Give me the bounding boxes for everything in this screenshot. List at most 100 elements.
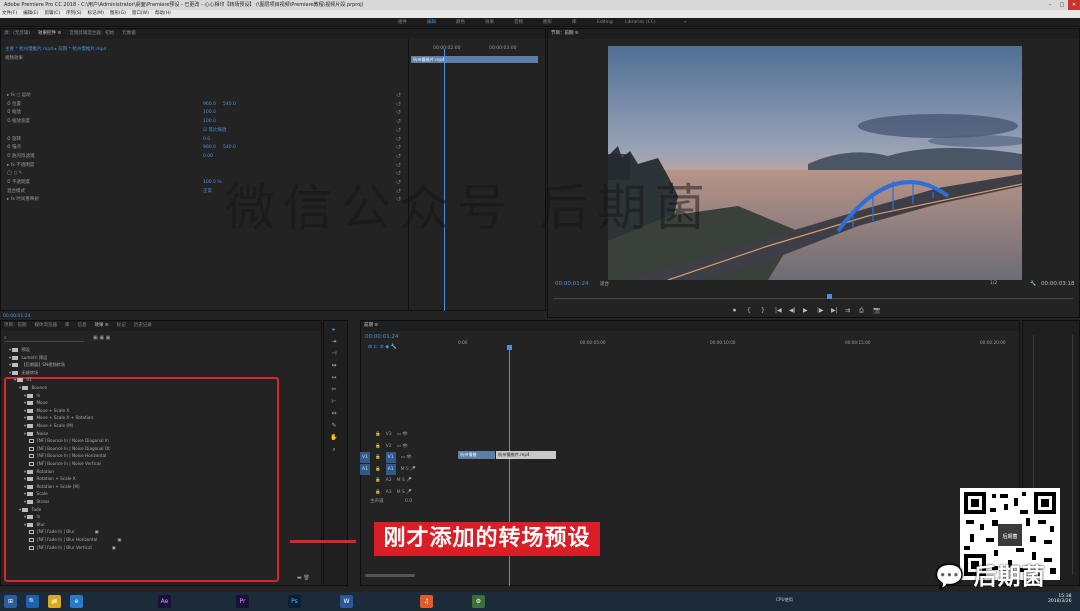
program-control-icon[interactable]: ⇉: [845, 307, 850, 314]
track-header[interactable]: 🔒 A2 M S 🎤: [360, 475, 417, 486]
taskbar-explorer-icon[interactable]: 📁: [48, 595, 61, 608]
tree-preset[interactable]: [NF] Fade In | Blur Horizontal ▣: [29, 536, 121, 544]
tab-sequence[interactable]: 前期 ≡: [364, 321, 378, 331]
tree-folder[interactable]: ▾ 【后期菌】SN视频转场: [9, 361, 65, 369]
effect-row[interactable]: ⏱ 防闪烁滤镜 0.00 ↺: [7, 153, 407, 161]
workspace-editing-en[interactable]: Editing: [597, 18, 613, 27]
lock-icon[interactable]: 🔒: [375, 475, 381, 486]
effect-row-value-1[interactable]: 正常: [203, 188, 212, 196]
tree-folder[interactable]: ▾ Noise: [24, 430, 48, 438]
track-name[interactable]: A2: [386, 475, 392, 486]
tree-preset[interactable]: [NF] Bounce In | Noise Diagonal Ot: [29, 445, 110, 453]
timeline-playhead-handle[interactable]: [507, 345, 512, 350]
tree-folder[interactable]: ▾ 无缝转场: [9, 369, 38, 377]
slide-tool-icon[interactable]: ⇔: [329, 410, 339, 417]
effect-row-value-1[interactable]: 100.0 %: [203, 179, 222, 187]
track-source-patch[interactable]: V1: [360, 452, 370, 463]
tree-preset[interactable]: [NF] Bounce In | Noise Diagonal In: [29, 437, 109, 445]
start-button[interactable]: ⊞: [4, 595, 17, 608]
timeline-clip-a[interactable]: 杭州慢推: [458, 451, 495, 459]
rolling-edit-tool-icon[interactable]: ⇹: [329, 362, 339, 369]
zoom-tool-icon[interactable]: ⌕: [329, 446, 339, 454]
selection-tool-icon[interactable]: ▸: [329, 326, 339, 333]
maximize-button[interactable]: □: [1056, 0, 1068, 10]
menu-clip[interactable]: 剪辑(C): [44, 10, 60, 18]
tab-markers[interactable]: 标记: [117, 321, 126, 331]
workspace-audio[interactable]: 音频: [514, 18, 523, 27]
taskbar-photoshop-icon[interactable]: Ps: [288, 595, 301, 608]
menu-file[interactable]: 文件(F): [2, 10, 17, 18]
tree-folder[interactable]: ▾ Scale: [24, 490, 48, 498]
program-control-icon[interactable]: 📷: [873, 307, 880, 314]
track-name[interactable]: V2: [386, 441, 392, 452]
tree-folder[interactable]: ▾ Stress: [24, 498, 49, 506]
tree-folder[interactable]: ▾ Rotation: [24, 468, 54, 476]
program-control-icon[interactable]: {: [747, 307, 751, 314]
workspace-color[interactable]: 颜色: [456, 18, 465, 27]
new-bin-icon[interactable]: ▬ 🗑: [297, 575, 310, 581]
track-name[interactable]: A3: [386, 487, 392, 498]
effect-row-value-2[interactable]: 540.0: [223, 144, 236, 152]
tree-folder[interactable]: ▾ Rotation + Scale X: [24, 475, 76, 483]
tab-media-browser[interactable]: 媒体浏览器: [35, 321, 58, 331]
mini-clip[interactable]: 杭州慢推片.mp4: [411, 56, 538, 63]
tree-folder[interactable]: ▾ 01: [14, 376, 32, 384]
effect-row-value-1[interactable]: 960.0: [203, 101, 216, 109]
track-header[interactable]: A1 🔒 A1 M S 🎤: [360, 463, 421, 475]
effect-row[interactable]: ⏱ 位置 960.0 540.0 ↺: [7, 101, 407, 109]
tree-folder[interactable]: ▾ Move + Scale X: [24, 407, 69, 415]
effect-row[interactable]: ⏱ 缩放宽度 100.0 ↺: [7, 118, 407, 126]
tab-info[interactable]: 信息: [78, 321, 87, 331]
taskbar-browser-icon[interactable]: e: [70, 595, 83, 608]
workspace-editing[interactable]: 编辑: [427, 18, 436, 27]
workspace-effects[interactable]: 效果: [485, 18, 494, 27]
master-value[interactable]: 0.0: [405, 499, 412, 504]
accelerated-icon[interactable]: ▣ ▣ ▣: [93, 335, 110, 341]
tree-folder[interactable]: ▾ In: [24, 392, 40, 400]
track-header[interactable]: 🔒 V3 ▭ 👁: [360, 429, 413, 440]
menu-help[interactable]: 帮助(H): [155, 10, 171, 18]
tree-preset[interactable]: [NF] Bounce In | Noise Horizontal: [29, 452, 106, 460]
reset-icon[interactable]: ↺: [396, 136, 401, 144]
tree-folder[interactable]: ▾ Lumetri 预设: [9, 354, 47, 362]
tree-preset[interactable]: [NF] Fade In | Blur Vertical ▣: [29, 544, 116, 552]
track-visibility-icon[interactable]: ▭ 👁: [397, 441, 408, 452]
track-name[interactable]: A1: [385, 463, 396, 475]
program-scrub-bar[interactable]: [553, 298, 1073, 299]
lock-icon[interactable]: 🔒: [375, 441, 381, 452]
workspace-libraries[interactable]: 库: [572, 18, 577, 27]
menu-graphics[interactable]: 图形(G): [110, 10, 126, 18]
program-fit-select[interactable]: 适合: [600, 281, 609, 287]
track-source-patch[interactable]: A1: [360, 463, 370, 475]
clock[interactable]: 15:38 2018/3/26: [1048, 594, 1072, 604]
program-control-icon[interactable]: ⎙: [859, 307, 864, 315]
effect-row[interactable]: ⏱ 锚点 960.0 540.0 ↺: [7, 144, 407, 152]
timeline-timecode[interactable]: 00:00:01:24: [365, 334, 399, 340]
taskbar-music-icon[interactable]: ♫: [420, 595, 433, 608]
reset-icon[interactable]: ↺: [396, 109, 401, 117]
lock-icon[interactable]: 🔒: [375, 464, 381, 475]
reset-icon[interactable]: ↺: [396, 118, 401, 126]
effect-row-value-1[interactable]: ☑ 等比缩放: [203, 127, 226, 135]
timeline-options-icons[interactable]: ⋒ ⊏ ⊜ ◆ 🔧: [368, 344, 397, 350]
program-control-icon[interactable]: }: [761, 307, 765, 314]
program-control-icon[interactable]: ▶|: [831, 307, 838, 314]
tree-preset[interactable]: [NF] Fade In | Blur ▣: [29, 528, 99, 536]
track-mute-solo-icon[interactable]: M S 🎤: [401, 464, 416, 475]
menu-window[interactable]: 窗口(W): [132, 10, 149, 18]
wrench-icon[interactable]: 🔧: [1030, 281, 1036, 287]
close-button[interactable]: ✕: [1068, 0, 1080, 10]
tree-folder[interactable]: ▾ Move + Scale (M): [24, 422, 73, 430]
tree-folder[interactable]: ▾ Move: [24, 399, 48, 407]
track-mute-solo-icon[interactable]: M S 🎤: [397, 475, 412, 486]
effect-row-value-2[interactable]: 540.0: [223, 101, 236, 109]
hand-tool-icon[interactable]: ✋: [329, 434, 339, 441]
reset-icon[interactable]: ↺: [396, 101, 401, 109]
tab-program[interactable]: 节目：前期 ≡: [551, 29, 579, 39]
effect-row-value-1[interactable]: 100.0: [203, 109, 216, 117]
track-header[interactable]: 🔒 A3 M S 🎤: [360, 487, 417, 498]
tree-folder[interactable]: ▾ 预设: [9, 346, 30, 354]
pen-tool-icon[interactable]: ✎: [329, 422, 339, 429]
program-control-icon[interactable]: ⏺: [733, 307, 736, 315]
rate-stretch-tool-icon[interactable]: ↔: [329, 374, 339, 381]
